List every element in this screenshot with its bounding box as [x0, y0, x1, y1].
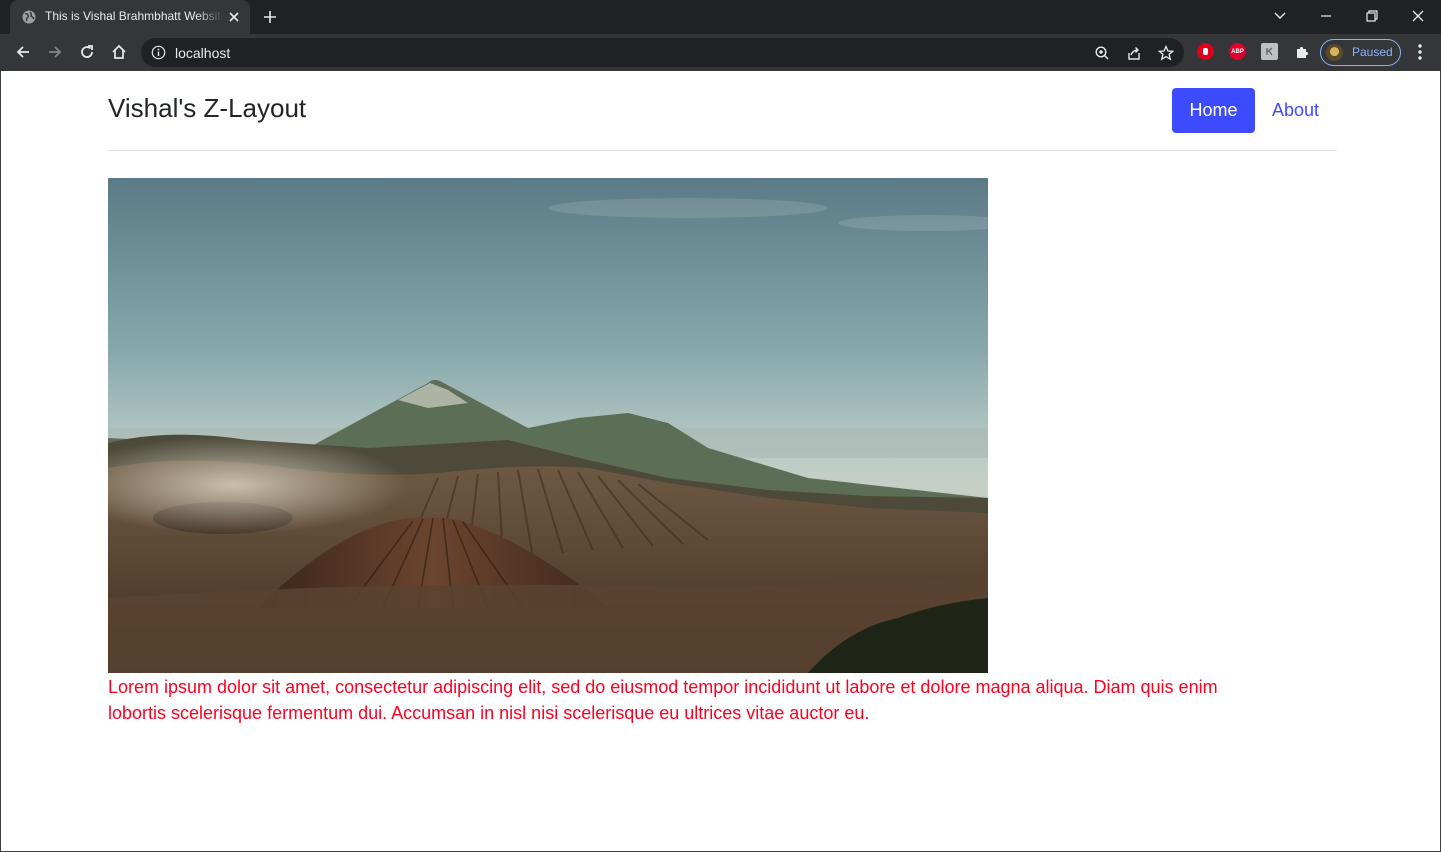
share-icon[interactable]: [1125, 44, 1143, 62]
extensions-puzzle-icon[interactable]: [1293, 43, 1310, 60]
tab-strip: This is Vishal Brahmbhatt Website: [0, 0, 1441, 34]
close-tab-icon[interactable]: [226, 9, 242, 25]
browser-toolbar: localhost ABP Paused: [0, 34, 1441, 71]
profile-status-label: Paused: [1352, 45, 1393, 59]
restore-icon[interactable]: [1362, 6, 1382, 26]
intro-paragraph: Lorem ipsum dolor sit amet, consectetur …: [108, 677, 1218, 723]
zoom-icon[interactable]: [1093, 44, 1111, 62]
site-info-icon[interactable]: [151, 45, 166, 60]
adblock-plus-icon[interactable]: ABP: [1229, 43, 1246, 60]
globe-icon: [22, 10, 36, 24]
tab-search-icon[interactable]: [1270, 6, 1290, 26]
more-menu-icon[interactable]: [1412, 42, 1428, 62]
back-icon[interactable]: [13, 42, 33, 62]
address-bar[interactable]: localhost: [141, 38, 1184, 67]
bookmark-star-icon[interactable]: [1157, 44, 1175, 62]
forward-icon[interactable]: [45, 42, 65, 62]
volcano-landscape-image: [108, 178, 988, 673]
minimize-icon[interactable]: [1316, 6, 1336, 26]
page-viewport: Vishal's Z-Layout Home About Lorem ipsum…: [0, 71, 1441, 852]
active-tab[interactable]: This is Vishal Brahmbhatt Website: [10, 0, 250, 34]
close-window-icon[interactable]: [1408, 6, 1428, 26]
site-title: Vishal's Z-Layout: [108, 93, 307, 123]
extension-square-icon[interactable]: [1261, 43, 1278, 60]
url-text: localhost: [175, 45, 231, 61]
profile-button[interactable]: Paused: [1320, 39, 1401, 66]
home-icon[interactable]: [109, 42, 129, 62]
avatar: [1326, 44, 1343, 61]
nav-home-button[interactable]: Home: [1172, 88, 1255, 133]
new-tab-icon[interactable]: [262, 9, 278, 25]
header-divider: [108, 150, 1337, 151]
reload-icon[interactable]: [77, 42, 97, 62]
stop-hand-extension-icon[interactable]: [1197, 43, 1214, 60]
nav-about-link[interactable]: About: [1263, 88, 1328, 133]
tab-title: This is Vishal Brahmbhatt Website: [45, 9, 223, 23]
